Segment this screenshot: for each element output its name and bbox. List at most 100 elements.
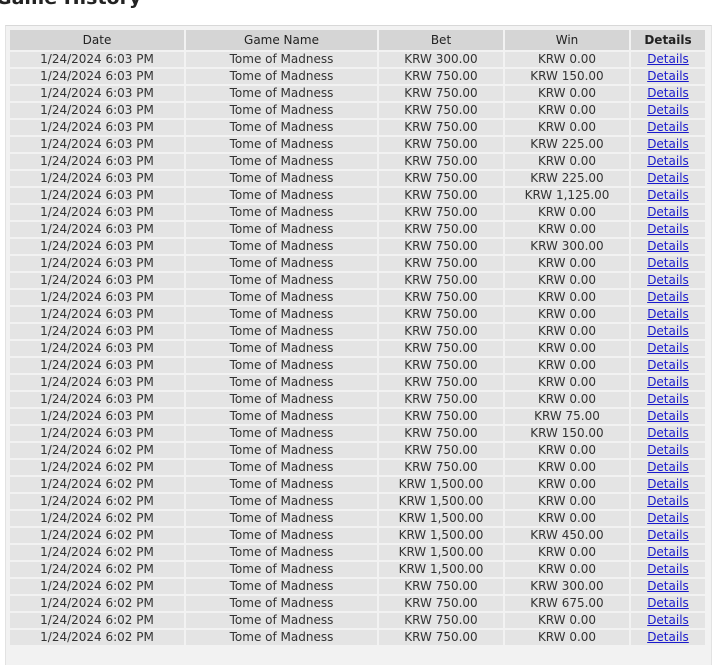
game-name-cell: Tome of Madness [186,579,377,594]
details-cell: Details [631,324,705,339]
game-history-table: Date Game Name Bet Win Details 1/24/2024… [8,28,707,647]
details-cell: Details [631,409,705,424]
game-name-cell: Tome of Madness [186,426,377,441]
column-header-bet[interactable]: Bet [379,30,503,50]
bet-cell: KRW 750.00 [379,392,503,407]
details-link[interactable]: Details [647,409,689,423]
details-link[interactable]: Details [647,307,689,321]
details-link[interactable]: Details [647,273,689,287]
game-name-cell: Tome of Madness [186,494,377,509]
details-link[interactable]: Details [647,239,689,253]
win-cell: KRW 0.00 [505,120,629,135]
details-link[interactable]: Details [647,103,689,117]
details-cell: Details [631,358,705,373]
date-cell: 1/24/2024 6:03 PM [10,239,184,254]
details-cell: Details [631,120,705,135]
game-name-cell: Tome of Madness [186,341,377,356]
bet-cell: KRW 750.00 [379,443,503,458]
details-link[interactable]: Details [647,392,689,406]
details-link[interactable]: Details [647,426,689,440]
details-link[interactable]: Details [647,188,689,202]
win-cell: KRW 0.00 [505,358,629,373]
details-cell: Details [631,256,705,271]
date-cell: 1/24/2024 6:02 PM [10,460,184,475]
bet-cell: KRW 750.00 [379,613,503,628]
table-row: 1/24/2024 6:03 PM Tome of Madness KRW 750.… [10,69,705,84]
details-link[interactable]: Details [647,477,689,491]
game-name-cell: Tome of Madness [186,392,377,407]
details-link[interactable]: Details [647,596,689,610]
bet-cell: KRW 1,500.00 [379,545,503,560]
details-link[interactable]: Details [647,69,689,83]
details-link[interactable]: Details [647,443,689,457]
column-header-game-name[interactable]: Game Name [186,30,377,50]
win-cell: KRW 0.00 [505,562,629,577]
bet-cell: KRW 750.00 [379,409,503,424]
game-name-cell: Tome of Madness [186,562,377,577]
date-cell: 1/24/2024 6:03 PM [10,375,184,390]
details-link[interactable]: Details [647,528,689,542]
table-row: 1/24/2024 6:02 PM Tome of Madness KRW 750.… [10,460,705,475]
column-header-date[interactable]: Date [10,30,184,50]
game-name-cell: Tome of Madness [186,528,377,543]
details-link[interactable]: Details [647,120,689,134]
details-link[interactable]: Details [647,290,689,304]
win-cell: KRW 0.00 [505,290,629,305]
details-link[interactable]: Details [647,256,689,270]
details-cell: Details [631,290,705,305]
details-link[interactable]: Details [647,358,689,372]
date-cell: 1/24/2024 6:02 PM [10,494,184,509]
details-link[interactable]: Details [647,545,689,559]
table-row: 1/24/2024 6:03 PM Tome of Madness KRW 750.… [10,103,705,118]
win-cell: KRW 0.00 [505,205,629,220]
details-link[interactable]: Details [647,324,689,338]
bet-cell: KRW 750.00 [379,120,503,135]
details-cell: Details [631,341,705,356]
details-link[interactable]: Details [647,579,689,593]
bet-cell: KRW 300.00 [379,52,503,67]
details-cell: Details [631,188,705,203]
details-link[interactable]: Details [647,562,689,576]
bet-cell: KRW 750.00 [379,307,503,322]
details-link[interactable]: Details [647,205,689,219]
details-link[interactable]: Details [647,613,689,627]
details-link[interactable]: Details [647,494,689,508]
bet-cell: KRW 750.00 [379,171,503,186]
details-link[interactable]: Details [647,630,689,644]
column-header-win[interactable]: Win [505,30,629,50]
details-link[interactable]: Details [647,375,689,389]
game-name-cell: Tome of Madness [186,545,377,560]
game-name-cell: Tome of Madness [186,205,377,220]
details-link[interactable]: Details [647,52,689,66]
date-cell: 1/24/2024 6:03 PM [10,273,184,288]
win-cell: KRW 0.00 [505,273,629,288]
win-cell: KRW 0.00 [505,256,629,271]
page-title: Game History [0,0,141,8]
details-cell: Details [631,103,705,118]
date-cell: 1/24/2024 6:03 PM [10,86,184,101]
table-row: 1/24/2024 6:03 PM Tome of Madness KRW 750.… [10,341,705,356]
bet-cell: KRW 750.00 [379,222,503,237]
table-row: 1/24/2024 6:03 PM Tome of Madness KRW 750.… [10,358,705,373]
table-row: 1/24/2024 6:03 PM Tome of Madness KRW 750.… [10,256,705,271]
bet-cell: KRW 1,500.00 [379,562,503,577]
details-link[interactable]: Details [647,460,689,474]
date-cell: 1/24/2024 6:02 PM [10,511,184,526]
table-row: 1/24/2024 6:03 PM Tome of Madness KRW 750.… [10,239,705,254]
table-row: 1/24/2024 6:03 PM Tome of Madness KRW 750.… [10,188,705,203]
details-link[interactable]: Details [647,222,689,236]
game-name-cell: Tome of Madness [186,477,377,492]
details-cell: Details [631,273,705,288]
details-link[interactable]: Details [647,171,689,185]
details-link[interactable]: Details [647,511,689,525]
details-link[interactable]: Details [647,86,689,100]
details-link[interactable]: Details [647,341,689,355]
win-cell: KRW 225.00 [505,171,629,186]
details-link[interactable]: Details [647,154,689,168]
table-row: 1/24/2024 6:03 PM Tome of Madness KRW 750.… [10,324,705,339]
game-name-cell: Tome of Madness [186,86,377,101]
bet-cell: KRW 750.00 [379,426,503,441]
game-name-cell: Tome of Madness [186,613,377,628]
table-header-row: Date Game Name Bet Win Details [10,30,705,50]
details-link[interactable]: Details [647,137,689,151]
